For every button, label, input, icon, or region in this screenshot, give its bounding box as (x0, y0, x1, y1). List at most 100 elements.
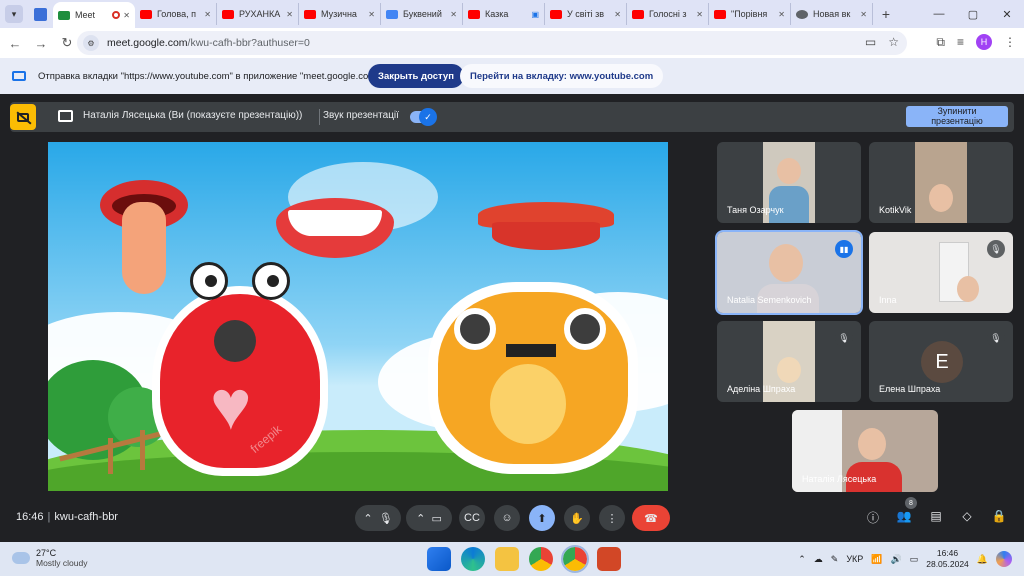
more-options-button[interactable]: ⋮ (599, 505, 625, 531)
stop-sharing-button[interactable]: Закрыть доступ (368, 64, 464, 88)
globe-icon (796, 9, 808, 19)
minimize-button[interactable]: — (922, 8, 956, 20)
close-tab-icon[interactable]: ✕ (204, 10, 211, 19)
tab-new-tab[interactable]: Новая вк ✕ (791, 3, 873, 25)
close-tab-icon[interactable]: ✕ (368, 10, 375, 19)
profile-avatar[interactable]: Н (976, 34, 992, 50)
monster-belly (490, 364, 566, 444)
camera-control[interactable]: ⌃ ▭ (406, 505, 452, 531)
chrome-profile-icon[interactable] (561, 545, 589, 573)
participant-name: KotikVik (879, 205, 912, 215)
pen-icon[interactable]: ✎ (831, 554, 839, 565)
people-icon[interactable]: 👥 (895, 509, 913, 527)
reactions-button[interactable]: ☺ (494, 505, 520, 531)
captions-button[interactable]: CC (459, 505, 485, 531)
activities-icon[interactable]: ◇ (958, 509, 976, 527)
camera-icon[interactable]: ▭ (431, 512, 441, 525)
self-view-tile[interactable]: Наталія Лясецька (792, 410, 938, 492)
language-indicator[interactable]: УКР (846, 554, 863, 564)
stop-presenting-button[interactable]: Зупинити презентацію (906, 106, 1008, 127)
camera-icon[interactable]: ▭ (865, 35, 876, 49)
present-button[interactable]: ⬆ (529, 505, 555, 531)
participant-name: Inna (879, 295, 897, 305)
chrome-icon[interactable] (529, 547, 553, 571)
participant-tile[interactable]: KotikVik (869, 142, 1013, 223)
site-info-icon[interactable]: ⚙ (83, 35, 99, 51)
smiling-mouth (276, 198, 394, 258)
pinned-tab[interactable] (29, 3, 51, 25)
chevron-up-icon[interactable]: ⌃ (798, 554, 806, 565)
participant-tile[interactable]: Таня Озарчук (717, 142, 861, 223)
mic-off-icon: 🎙 (987, 329, 1005, 347)
extensions-icon[interactable]: ⧉ (936, 35, 945, 50)
tab-porivnia[interactable]: "Порівня ✕ (709, 3, 791, 25)
switch-to-tab-button[interactable]: Перейти на вкладку: www.youtube.com (460, 64, 664, 88)
weather-widget[interactable]: 27°C Mostly cloudy (12, 548, 88, 568)
tab-kazka[interactable]: Казка ▣ (463, 3, 545, 25)
microphone-control[interactable]: ⌃ 🎙 (355, 505, 401, 531)
participant-face (769, 244, 803, 282)
file-explorer-icon[interactable] (495, 547, 519, 571)
windows-start-icon[interactable] (427, 547, 451, 571)
close-tab-icon[interactable]: ✕ (860, 10, 867, 19)
copilot-icon[interactable] (996, 551, 1012, 567)
reload-icon[interactable]: ↻ (56, 35, 78, 51)
close-tab-icon[interactable]: ✕ (450, 10, 457, 19)
back-icon[interactable]: ← (4, 36, 26, 51)
forward-icon[interactable]: → (30, 36, 52, 51)
leave-call-button[interactable]: ☎ (632, 505, 670, 531)
participant-name: Аделіна Шпраха (727, 384, 796, 394)
tab-bukvenyi[interactable]: Буквений ✕ (381, 3, 463, 25)
participant-tile[interactable]: E 🎙 Елена Шпраха (869, 321, 1013, 402)
presenter-text: Наталія Лясецька (Ви (показуєте презента… (83, 110, 303, 121)
phone-hangup-icon: ☎ (644, 512, 658, 525)
tab-label: "Порівня (731, 9, 768, 19)
participant-tile[interactable]: 🎙 Аделіна Шпраха (717, 321, 861, 402)
omnibox[interactable]: ⚙ meet.google.com/kwu-cafh-bbr?authuser=… (77, 31, 907, 55)
battery-icon[interactable]: ▭ (910, 554, 919, 565)
chat-icon[interactable]: ▤ (927, 509, 945, 527)
onedrive-icon[interactable]: ☁ (814, 554, 823, 565)
tab-meet[interactable]: Meet ✕ (53, 2, 135, 28)
chevron-up-icon[interactable]: ⌃ (416, 512, 425, 525)
heart-icon: ♥ (210, 366, 252, 444)
taskbar-clock[interactable]: 16:46 28.05.2024 (926, 548, 969, 570)
tab-muzychna[interactable]: Музична ✕ (299, 3, 381, 25)
presentation-sound-toggle[interactable]: ✓ (410, 108, 437, 126)
volume-icon[interactable]: 🔊 (891, 554, 902, 565)
close-tab-icon[interactable]: ✕ (123, 11, 130, 20)
participant-face (858, 428, 886, 460)
close-window-button[interactable]: ✕ (990, 8, 1024, 21)
edge-icon[interactable] (461, 547, 485, 571)
new-tab-button[interactable]: + (877, 6, 895, 22)
meeting-time: 16:46 (16, 511, 44, 523)
tab-rukhanka[interactable]: РУХАНКА ✕ (217, 3, 299, 25)
youtube-favicon-icon (222, 9, 234, 19)
tab-search-button[interactable]: ▾ (5, 5, 23, 23)
tab-golosni[interactable]: Голосні з ✕ (627, 3, 709, 25)
url-text[interactable]: meet.google.com/kwu-cafh-bbr?authuser=0 (107, 37, 310, 49)
close-tab-icon[interactable]: ✕ (614, 10, 621, 19)
menu-icon[interactable]: ⋮ (1004, 35, 1016, 49)
powerpoint-icon[interactable] (597, 547, 621, 571)
tab-golova[interactable]: Голова, п ✕ (135, 3, 217, 25)
media-control-icon[interactable]: ≡ (957, 35, 964, 49)
maximize-button[interactable]: ▢ (956, 8, 990, 21)
raise-hand-button[interactable]: ✋ (564, 505, 590, 531)
bookmark-star-icon[interactable]: ☆ (888, 35, 899, 49)
chevron-up-icon[interactable]: ⌃ (363, 512, 372, 525)
host-controls-icon[interactable]: 🔒 (990, 509, 1008, 527)
info-icon[interactable]: ⓘ (864, 509, 882, 527)
wifi-icon[interactable]: 📶 (871, 554, 882, 565)
notification-bell-icon[interactable]: 🔔 (977, 554, 988, 565)
participant-tile-speaking[interactable]: ▮▮ Natalia Semenkovich (715, 230, 863, 315)
close-tab-icon[interactable]: ✕ (696, 10, 703, 19)
participant-tile[interactable]: 🎙 Inna (869, 232, 1013, 313)
toolbar-actions: ⧉ ≡ Н ⋮ (936, 34, 1016, 50)
microphone-icon[interactable]: 🎙 (379, 512, 393, 525)
hand-icon: ✋ (570, 512, 584, 525)
camera-off-badge[interactable] (10, 104, 36, 130)
close-tab-icon[interactable]: ✕ (778, 10, 785, 19)
tab-u-sviti[interactable]: У світі зв ✕ (545, 3, 627, 25)
close-tab-icon[interactable]: ✕ (286, 10, 293, 19)
